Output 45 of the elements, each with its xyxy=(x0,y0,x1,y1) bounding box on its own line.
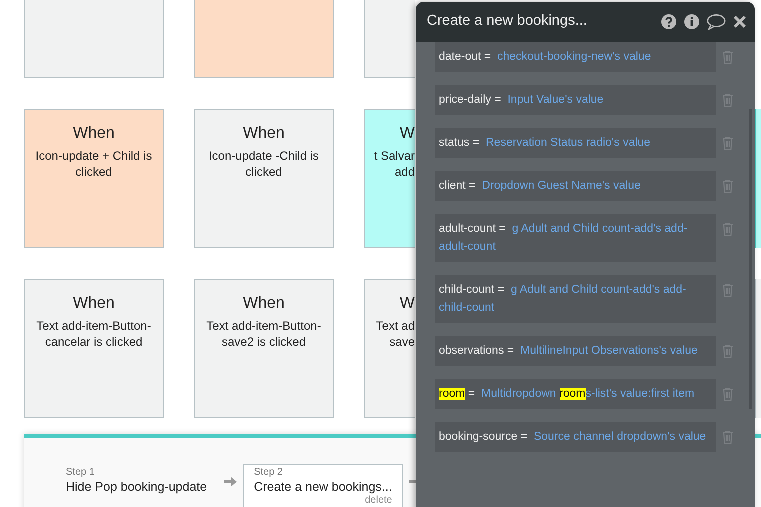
card-heading: W xyxy=(400,124,415,144)
field-row[interactable]: price-daily = Input Value's value xyxy=(435,85,716,115)
card-heading: When xyxy=(243,294,285,314)
field-row[interactable]: room = Multidropdown rooms-list's value:first item xyxy=(435,379,716,409)
event-card[interactable]: When Text add-item-Button-save2 is clicked xyxy=(194,279,334,418)
card-heading: When xyxy=(73,294,115,314)
card-heading: W xyxy=(400,294,415,314)
event-card[interactable]: When Icon-update + Child is clicked xyxy=(24,109,164,248)
speech-bubble-icon[interactable] xyxy=(707,14,726,30)
trash-icon[interactable] xyxy=(722,179,733,193)
help-icon[interactable] xyxy=(661,14,677,30)
field-row[interactable]: date-out = checkout-booking-new's value xyxy=(435,42,716,72)
trash-icon[interactable] xyxy=(722,283,733,297)
trash-icon[interactable] xyxy=(722,387,733,401)
trash-icon[interactable] xyxy=(722,222,733,236)
card-heading: When xyxy=(243,124,285,144)
field-row[interactable]: booking-source = Source channel dropdown's value xyxy=(435,422,716,452)
event-card[interactable]: W t Salvar add xyxy=(364,109,415,248)
card-text: Icon-update + Child is clicked xyxy=(34,148,154,180)
workflow-step[interactable]: Step 1 Hide Pop booking-update xyxy=(55,464,218,498)
card-text: Text ad save xyxy=(376,318,415,350)
card-text: Icon-update -Child is clicked xyxy=(208,148,320,180)
delete-link[interactable]: delete xyxy=(254,495,392,507)
panel-title: Create a new bookings... xyxy=(427,12,588,32)
arrow-icon xyxy=(224,476,238,488)
trash-icon[interactable] xyxy=(722,430,733,444)
field-row[interactable]: child-count = g Adult and Child count-add's add-child-count xyxy=(435,275,716,323)
field-row[interactable]: adult-count = g Adult and Child count-add's add-adult-count xyxy=(435,214,716,262)
close-icon[interactable] xyxy=(733,14,747,30)
event-card[interactable]: When Icon-update -Child is clicked xyxy=(194,109,334,248)
info-icon[interactable] xyxy=(684,14,700,30)
trash-icon[interactable] xyxy=(722,93,733,107)
trash-icon[interactable] xyxy=(722,344,733,358)
trash-icon[interactable] xyxy=(722,136,733,150)
field-row[interactable]: observations = MultilineInput Observations's value xyxy=(435,336,716,366)
card-text: Text add-item-Button-cancelar is clicked xyxy=(36,318,152,350)
event-card[interactable]: W Text ad save xyxy=(364,279,415,418)
workflow-step[interactable]: Step 2 Create a new bookings... delete xyxy=(243,464,404,507)
card-heading: When xyxy=(73,124,115,144)
field-row[interactable]: client = Dropdown Guest Name's value xyxy=(435,171,716,201)
field-row[interactable]: status = Reservation Status radio's value xyxy=(435,128,716,158)
event-card[interactable]: When Text add-item-Button-cancelar is clicked xyxy=(24,279,164,418)
card-text: t Salvar add xyxy=(374,148,415,180)
trash-icon[interactable] xyxy=(722,50,733,64)
card-text: Text add-item-Button-save2 is clicked xyxy=(206,318,322,350)
